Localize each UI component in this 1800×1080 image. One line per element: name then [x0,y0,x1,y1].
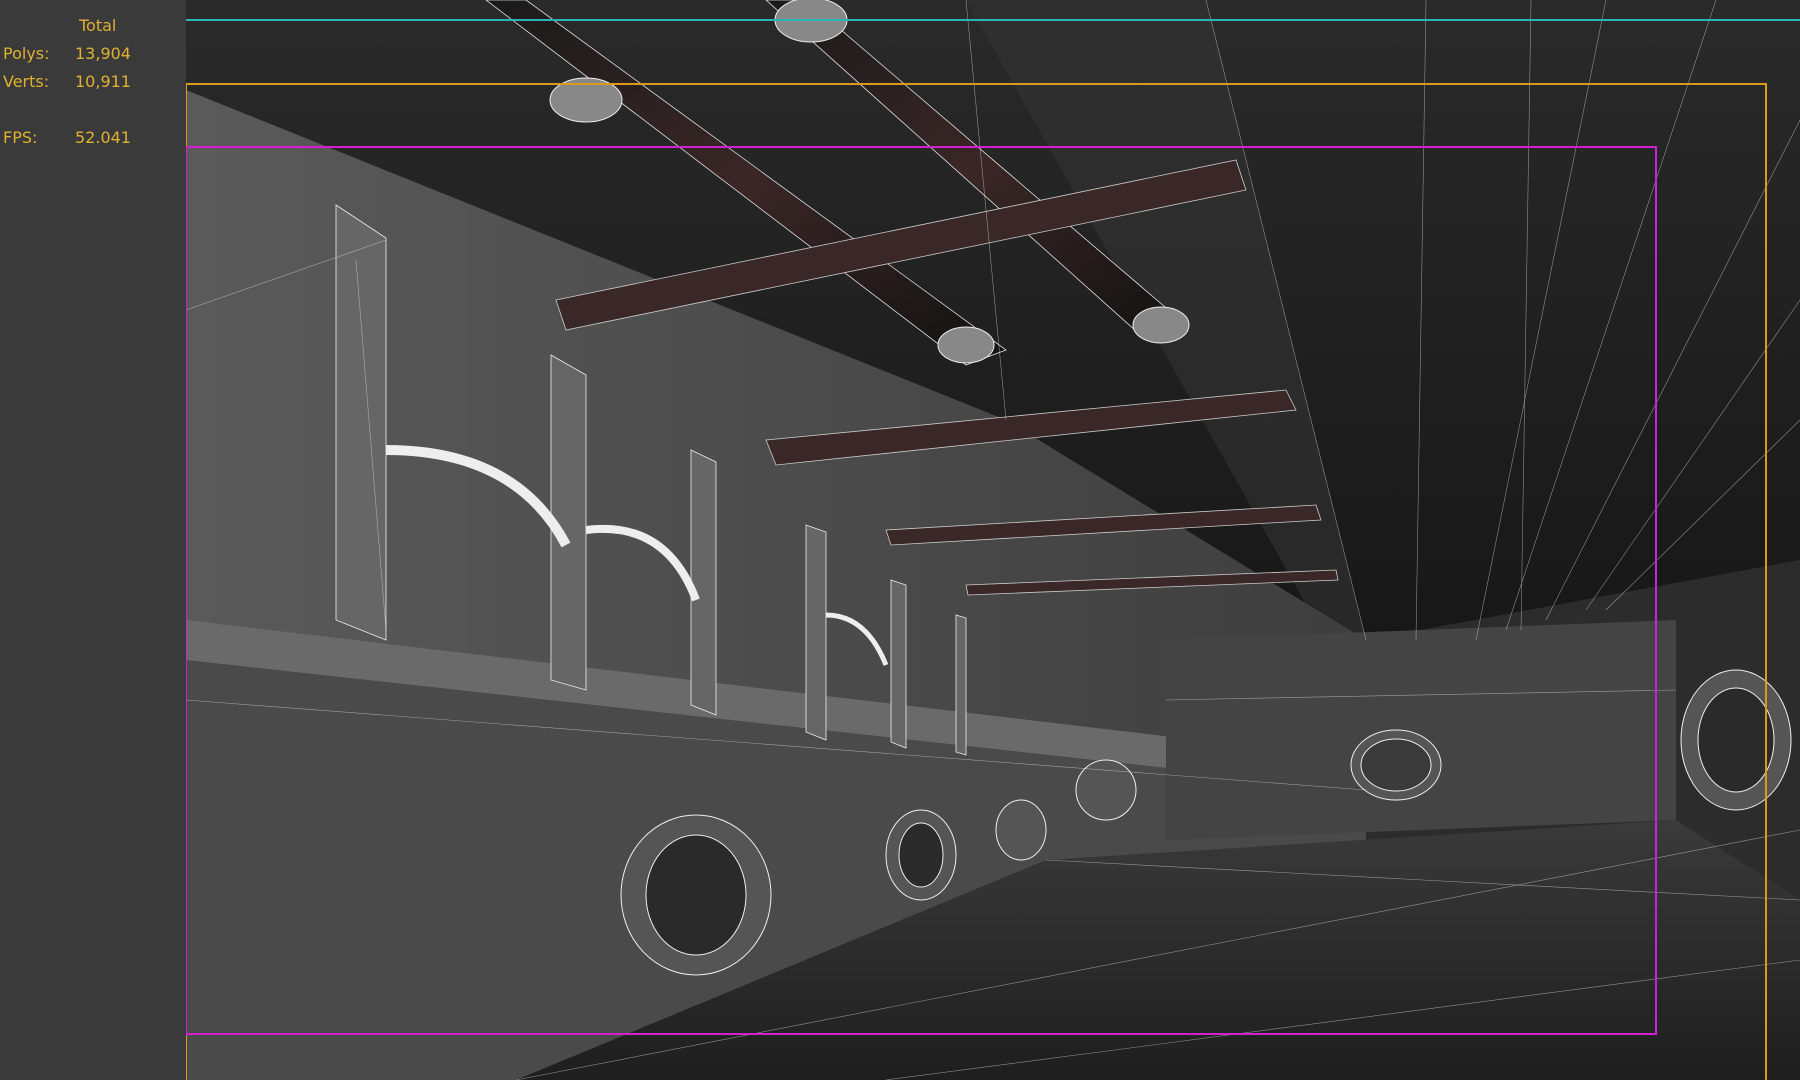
stat-value: 10,911 [75,72,131,91]
stat-fps: FPS: 52.041 [3,128,131,148]
3d-viewport[interactable] [186,0,1800,1080]
stat-label: FPS: [3,128,38,147]
stat-label: Polys: [3,44,50,63]
back-wall [1166,620,1676,840]
stats-header: Total [79,16,117,35]
stats-panel: Total Polys: 13,904 Verts: 10,911 FPS: 52.0… [0,0,186,1080]
scene-render [186,0,1800,1080]
stat-value: 52.041 [75,128,131,147]
stat-polys: Polys: 13,904 [3,44,131,64]
stat-verts: Verts: 10,911 [3,72,131,92]
stat-label: Verts: [3,72,50,91]
stat-value: 13,904 [75,44,131,63]
